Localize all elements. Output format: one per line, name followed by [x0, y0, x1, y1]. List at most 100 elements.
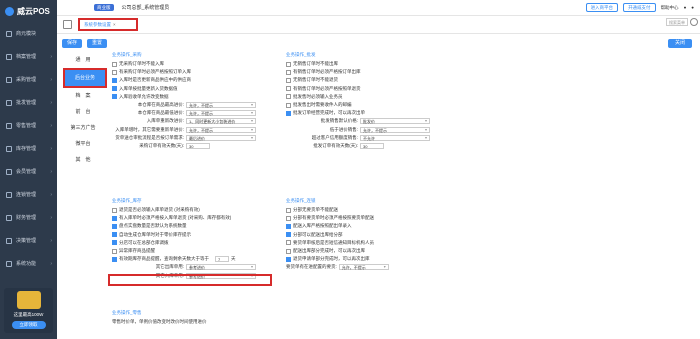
sidebar-item-label: 零售管理	[16, 123, 37, 129]
sidebar-item[interactable]: 采购管理 ›	[0, 68, 57, 91]
category-item[interactable]: 第三方广告	[57, 120, 109, 136]
open-pay-button[interactable]: 开通威支付	[623, 3, 656, 12]
checkbox[interactable]	[112, 94, 117, 100]
checkbox[interactable]	[112, 61, 117, 67]
select-dropdown[interactable]: 批发价	[360, 118, 430, 125]
remain-days-input[interactable]: 7	[215, 256, 229, 263]
sidebar-item[interactable]: 决策管理 ›	[0, 229, 57, 252]
checkbox[interactable]	[112, 86, 117, 92]
sidebar-item[interactable]: 连锁管理 ›	[0, 183, 57, 206]
category-item[interactable]: 前 台	[57, 104, 109, 120]
checkbox-row: 分部有要货单时必须严格按照要货单配送	[286, 214, 451, 222]
category-item[interactable]: 后台业务	[63, 68, 107, 88]
checkbox[interactable]	[286, 223, 291, 229]
reset-button[interactable]: 重置	[87, 39, 107, 48]
checkbox[interactable]	[112, 248, 117, 254]
close-tab-icon[interactable]: ×	[113, 22, 116, 27]
highlight-remain-days	[108, 274, 272, 286]
checkbox-label: 自动生成仓库单时对于零价库存提示	[119, 231, 191, 237]
checkbox[interactable]	[112, 232, 117, 238]
notification-icon[interactable]: ●	[684, 5, 687, 10]
checkbox-label: 有采购订单时必须严格按照订单入库	[119, 69, 191, 75]
chevron-right-icon: ›	[50, 214, 52, 221]
menu-search-input[interactable]: 搜索菜单	[666, 18, 688, 26]
checkbox-row: 分部可以配送出库给分部	[286, 231, 451, 239]
checkbox[interactable]	[112, 77, 117, 83]
checkbox[interactable]	[112, 215, 117, 221]
chain-select[interactable]: 允许，不提示	[338, 264, 389, 271]
checkbox[interactable]	[286, 94, 291, 100]
sidebar-item[interactable]: 系统功能 ›	[0, 252, 57, 275]
checkbox[interactable]	[286, 86, 291, 92]
checkbox[interactable]	[286, 77, 291, 83]
sidebar-item[interactable]: 会员管理 ›	[0, 160, 57, 183]
checkbox-row: 配送入库严格按照配出单录入	[286, 222, 451, 230]
module-icon	[6, 99, 12, 106]
checkbox[interactable]	[286, 207, 291, 213]
checkbox-label: 要货单审核后是否短信通知目标机构人员	[293, 239, 374, 245]
chevron-right-icon: ›	[50, 53, 52, 60]
checkbox-label: 异常库存商品提醒	[119, 248, 155, 254]
checkbox[interactable]	[286, 248, 291, 254]
select-row: 入库单重新改进价: 1、同时更新大小包装进价	[112, 117, 286, 125]
field-label: 本仓库在商品最低进价:	[137, 110, 184, 116]
checkbox[interactable]	[286, 256, 291, 262]
select-dropdown[interactable]: 1、同时更新大小包装进价	[186, 118, 256, 125]
checkbox-label: 批发订单经营完成时，可以再次出单	[293, 110, 365, 116]
checkbox[interactable]	[286, 102, 291, 108]
checkbox[interactable]	[112, 223, 117, 229]
checkbox-row: 分店可以在总部仓库调拨	[112, 239, 286, 247]
sidebar-item[interactable]: 批发管理 ›	[0, 91, 57, 114]
select-dropdown[interactable]: 最后进价	[186, 134, 256, 141]
select-dropdown[interactable]: 允许，不提示	[186, 102, 256, 109]
checkbox[interactable]	[286, 215, 291, 221]
select-dropdown[interactable]: 参考进价	[186, 264, 256, 271]
category-item[interactable]: 其 他	[57, 152, 109, 168]
category-item[interactable]: 档 案	[57, 88, 109, 104]
checkbox[interactable]	[286, 69, 291, 75]
wholesale-days-input[interactable]: 30	[360, 142, 384, 149]
checkbox-row: 入库单按批量更新入货数据值	[112, 85, 286, 93]
checkbox[interactable]	[286, 110, 291, 116]
close-button[interactable]: 关闭	[668, 39, 692, 48]
sidebar-item[interactable]: 商元模块	[0, 22, 57, 45]
home-icon[interactable]	[63, 20, 72, 29]
sidebar-item-label: 采购管理	[16, 77, 37, 83]
select-dropdown[interactable]: 允许，不提示	[186, 110, 256, 117]
checkbox[interactable]	[286, 232, 291, 238]
module-icon	[6, 53, 12, 60]
purchase-days-input[interactable]: 30	[186, 142, 210, 149]
select-dropdown[interactable]: 不允许	[360, 134, 430, 141]
chain-title: 业务操作_连锁	[286, 198, 316, 203]
checkbox-label: 无采购订单时不能入库	[119, 61, 164, 67]
sidebar-item[interactable]: 档案管理 ›	[0, 45, 57, 68]
more-icon[interactable]	[690, 18, 698, 26]
select-dropdown[interactable]: 允许，不提示	[186, 126, 256, 133]
select-dropdown[interactable]: 允许，不提示	[360, 126, 430, 133]
chevron-right-icon: ›	[50, 76, 52, 83]
help-center-link[interactable]: 帮助中心	[661, 5, 679, 11]
sidebar-item[interactable]: 库存管理 ›	[0, 137, 57, 160]
checkbox-label: 入库单按批量更新入货数据值	[119, 85, 178, 91]
select-row: 入库单增时，其它需要重新单进价: 允许，不提示	[112, 126, 286, 134]
purchase-days-row: 采购订单有效天数(天): 30	[112, 142, 286, 150]
promo-button[interactable]: 立即领取	[11, 321, 46, 329]
category-item[interactable]: 通 用	[57, 52, 109, 68]
user-icon[interactable]: ●	[691, 5, 694, 10]
save-button[interactable]: 保存	[62, 39, 82, 48]
checkbox[interactable]	[286, 240, 291, 246]
enter-platform-button[interactable]: 进入商平台	[585, 3, 619, 12]
checkbox-row: 分部无要货单不能配送	[286, 206, 451, 214]
sidebar-item[interactable]: 零售管理 ›	[0, 114, 57, 137]
checkbox-label: 批发售出时需要收件人的邮编	[293, 102, 352, 108]
sidebar-item[interactable]: 财务管理 ›	[0, 206, 57, 229]
checkbox[interactable]	[112, 207, 117, 213]
checkbox[interactable]	[112, 69, 117, 75]
checkbox[interactable]	[286, 61, 291, 67]
tab-system-settings[interactable]: 系统参数设置 ×	[78, 18, 138, 31]
checkbox[interactable]	[112, 240, 117, 246]
checkbox[interactable]	[112, 256, 117, 262]
field-label: 入库单增时，其它需要重新单进价:	[115, 126, 184, 132]
category-item[interactable]: 微平台	[57, 136, 109, 152]
checkbox-row: 批发售时必须输入业务员	[286, 93, 451, 101]
